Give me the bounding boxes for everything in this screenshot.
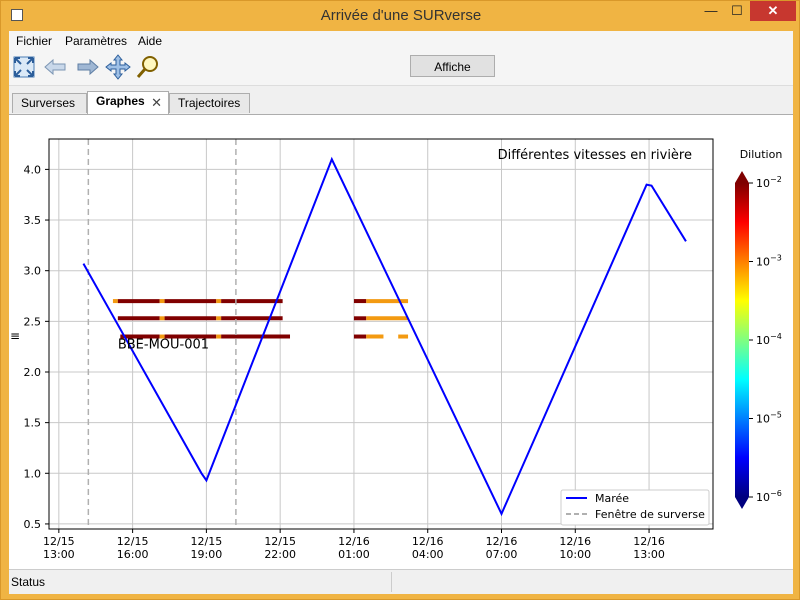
app-window: Arrivée d'une SURverse — ☐ ✕ Fichier Par… xyxy=(0,0,800,600)
x-tick-label: 12/16 13:00 xyxy=(633,535,665,561)
menu-parametres[interactable]: Paramètres xyxy=(65,34,127,48)
status-bar: Status xyxy=(9,569,793,594)
x-tick-label: 12/15 22:00 xyxy=(264,535,296,561)
y-tick-label: 0.5 xyxy=(24,518,42,531)
legend-label-window: Fenêtre de surverse xyxy=(595,508,705,521)
plot-frame xyxy=(48,138,714,530)
legend: Marée Fenêtre de surverse xyxy=(560,489,710,526)
plot-panel: 12/15 13:00 12/15 16:00 12/15 19:00 12/15 22:00… xyxy=(9,114,793,570)
colorbar-gradient xyxy=(735,183,749,497)
colorbar-tick-label: 10−4 xyxy=(756,332,782,347)
x-tick-label: 12/15 16:00 xyxy=(117,535,149,561)
colorbar-extend-min xyxy=(735,497,749,509)
x-tick-label: 12/16 07:00 xyxy=(486,535,518,561)
x-tick-label: 12/15 13:00 xyxy=(43,535,75,561)
y-tick-label: 3.5 xyxy=(24,214,42,227)
y-tick-label: 1.0 xyxy=(24,467,42,480)
x-axis: 12/15 13:00 12/15 16:00 12/15 19:00 12/15 22:00… xyxy=(43,529,665,561)
back-arrow-icon[interactable] xyxy=(42,54,68,80)
minimize-button[interactable]: — xyxy=(698,1,724,21)
tab-label: Surverses xyxy=(21,96,76,110)
close-button[interactable]: ✕ xyxy=(750,1,796,21)
y-tick-label: 3.0 xyxy=(24,265,42,278)
affiche-button[interactable]: Affiche xyxy=(410,55,495,77)
x-tick-label: 12/16 04:00 xyxy=(412,535,444,561)
status-separator xyxy=(391,572,392,592)
colorbar: Dilution 10−2 10−3 10−4 10−5 10−6 xyxy=(735,148,782,509)
colorbar-extend-max xyxy=(735,171,749,183)
menu-bar: Fichier Paramètres Aide xyxy=(9,31,793,51)
tab-label: Trajectoires xyxy=(178,96,241,110)
station-label: BBE-MOU-001 xyxy=(118,338,209,353)
chart[interactable]: 12/15 13:00 12/15 16:00 12/15 19:00 12/15 22:00… xyxy=(9,115,793,570)
legend-label-maree: Marée xyxy=(595,492,629,505)
pan-icon[interactable] xyxy=(105,54,131,80)
tab-trajectoires[interactable]: Trajectoires xyxy=(169,93,250,113)
y-tick-label: 4.0 xyxy=(24,163,42,176)
close-tab-icon[interactable]: ✕ xyxy=(151,93,162,112)
tab-label: Graphes xyxy=(96,94,145,108)
axis-marker: ≡ xyxy=(10,329,20,343)
y-tick-label: 2.0 xyxy=(24,366,42,379)
zoom-icon[interactable] xyxy=(135,54,161,80)
colorbar-label: Dilution xyxy=(740,148,783,161)
tab-graphes[interactable]: Graphes ✕ xyxy=(87,91,169,114)
menu-aide[interactable]: Aide xyxy=(138,34,162,48)
x-tick-label: 12/16 10:00 xyxy=(559,535,591,561)
x-tick-label: 12/16 01:00 xyxy=(338,535,370,561)
colorbar-tick-label: 10−5 xyxy=(756,411,782,426)
chart-title: Différentes vitesses en rivière xyxy=(498,148,692,163)
surverse-window-lines xyxy=(87,139,237,529)
x-tick-label: 12/15 19:00 xyxy=(191,535,223,561)
colorbar-tick-label: 10−6 xyxy=(756,489,782,504)
home-icon[interactable] xyxy=(11,54,37,80)
grid xyxy=(49,139,713,529)
window-title: Arrivée d'une SURverse xyxy=(320,7,482,24)
colorbar-tick-label: 10−2 xyxy=(756,175,782,190)
client-area: Fichier Paramètres Aide Affiche Surverse… xyxy=(9,31,793,594)
colorbar-tick-label: 10−3 xyxy=(756,254,782,269)
outflow-bars xyxy=(112,299,409,339)
y-tick-label: 2.5 xyxy=(24,315,42,328)
title-bar[interactable]: Arrivée d'une SURverse — ☐ ✕ xyxy=(1,1,800,31)
toolbar: Affiche xyxy=(9,51,793,86)
tab-surverses[interactable]: Surverses xyxy=(12,93,87,113)
menu-fichier[interactable]: Fichier xyxy=(16,34,52,48)
y-axis: 0.5 1.0 1.5 2.0 2.5 3.0 3.5 4.0 xyxy=(24,163,49,531)
status-text: Status xyxy=(11,575,46,589)
y-tick-label: 1.5 xyxy=(24,417,42,430)
maximize-button[interactable]: ☐ xyxy=(724,1,750,21)
forward-arrow-icon[interactable] xyxy=(75,54,101,80)
tab-bar: Surverses Graphes ✕ Trajectoires xyxy=(9,88,793,114)
